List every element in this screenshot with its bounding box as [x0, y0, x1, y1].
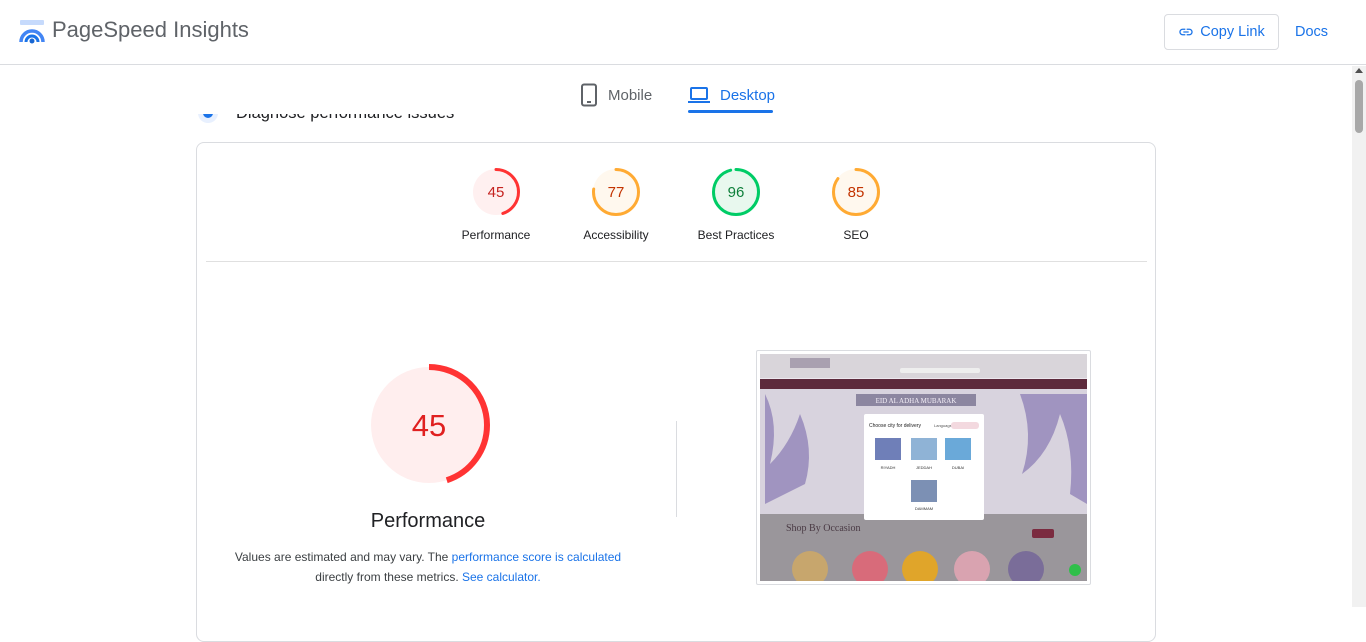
gauge-ring: 85	[832, 168, 880, 216]
svg-text:DUBAI: DUBAI	[952, 465, 964, 470]
scroll-up-arrow-icon[interactable]	[1355, 68, 1363, 73]
desc-prefix: Values are estimated and may vary. The	[234, 550, 452, 564]
divider	[206, 261, 1147, 262]
gauge-label: Best Practices	[697, 228, 775, 242]
performance-description: Values are estimated and may vary. The p…	[221, 547, 635, 587]
svg-text:85: 85	[848, 184, 865, 201]
active-tab-indicator	[688, 110, 773, 113]
tab-desktop[interactable]: Desktop	[688, 78, 775, 112]
performance-score-link[interactable]: performance score is calculated	[452, 550, 621, 564]
app-header: PageSpeed Insights Copy Link Docs	[0, 0, 1366, 65]
gauge-accessibility[interactable]: 77 Accessibility	[561, 167, 671, 242]
performance-title: Performance	[370, 510, 486, 532]
report-card: 45 Performance 77 Accessibility 96 Best …	[196, 142, 1156, 642]
laptop-icon	[688, 87, 710, 103]
copy-link-label: Copy Link	[1200, 24, 1265, 40]
svg-text:Shop By Occasion: Shop By Occasion	[786, 523, 860, 534]
docs-link[interactable]: Docs	[1295, 24, 1328, 40]
app-title: PageSpeed Insights	[52, 17, 249, 42]
score-gauges: 45 Performance 77 Accessibility 96 Best …	[197, 143, 1157, 261]
gauge-best-practices[interactable]: 96 Best Practices	[681, 167, 791, 242]
gauge-performance[interactable]: 45 Performance	[441, 167, 551, 242]
svg-text:Language: Language	[934, 423, 953, 428]
phone-icon	[581, 83, 597, 107]
gauge-label: SEO	[843, 228, 869, 242]
svg-text:DAMMAM: DAMMAM	[915, 506, 933, 511]
scrollbar-thumb[interactable]	[1355, 80, 1363, 133]
pagespeed-logo-icon	[19, 20, 45, 44]
svg-text:96: 96	[728, 184, 745, 201]
tab-mobile[interactable]: Mobile	[580, 78, 652, 112]
tab-desktop-label: Desktop	[720, 86, 776, 104]
gauge-ring: 96	[712, 168, 760, 216]
final-screenshot: EID AL ADHA MUBARAK Shop By Occasion Cho…	[756, 350, 1091, 585]
see-calculator-link[interactable]: See calculator.	[462, 570, 541, 584]
gauge-seo[interactable]: 85 SEO	[801, 167, 911, 242]
site-screenshot-image: EID AL ADHA MUBARAK Shop By Occasion Cho…	[760, 354, 1087, 581]
svg-text:JEDDAH: JEDDAH	[916, 465, 932, 470]
vertical-divider	[676, 421, 677, 517]
svg-text:45: 45	[412, 408, 446, 443]
gauge-label: Performance	[461, 228, 531, 242]
svg-text:Choose city for delivery: Choose city for delivery	[869, 423, 921, 429]
svg-text:45: 45	[488, 184, 505, 201]
screenshot-content: EID AL ADHA MUBARAK Shop By Occasion Cho…	[760, 354, 1087, 581]
svg-text:77: 77	[608, 184, 625, 201]
gauge-ring: 77	[592, 168, 640, 216]
svg-text:EID AL ADHA MUBARAK: EID AL ADHA MUBARAK	[876, 397, 957, 405]
performance-gauge: 45	[368, 364, 490, 486]
copy-link-button[interactable]: Copy Link	[1164, 14, 1279, 50]
link-icon	[1179, 28, 1193, 36]
svg-text:RIYADH: RIYADH	[881, 465, 896, 470]
gauge-ring: 45	[472, 168, 520, 216]
page-scrollbar[interactable]	[1352, 66, 1366, 607]
tab-mobile-label: Mobile	[608, 86, 653, 104]
device-tabs: Mobile Desktop	[0, 66, 1352, 114]
gauge-label: Accessibility	[583, 228, 649, 242]
desc-mid: directly from these metrics.	[315, 570, 462, 584]
